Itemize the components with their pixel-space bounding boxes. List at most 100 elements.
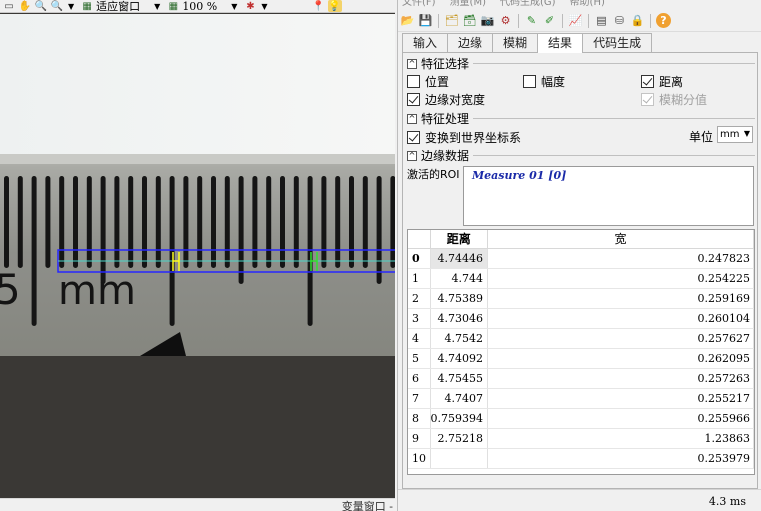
row-index-cell[interactable]: 1 <box>408 268 431 289</box>
width-cell[interactable]: 0.259169 <box>487 288 754 309</box>
amplitude-checkbox[interactable]: 幅度 <box>523 73 565 90</box>
table-row[interactable]: 8 0.759394 0.255966 <box>408 408 754 429</box>
distance-cell[interactable] <box>430 448 488 469</box>
row-index-cell[interactable]: 3 <box>408 308 431 329</box>
pin-icon[interactable]: 📍 <box>312 0 326 12</box>
color-tool-dropdown-icon[interactable]: ▼ <box>261 2 267 11</box>
export-icon[interactable]: ⛁ <box>612 13 627 28</box>
zoom-out-icon[interactable]: 🔍 <box>50 0 64 12</box>
tab-input[interactable]: 输入 <box>402 33 449 52</box>
tab-results[interactable]: 结果 <box>537 33 584 53</box>
fuzzy-score-checkbox[interactable]: 模糊分值 <box>641 91 707 108</box>
distance-cell[interactable]: 2.75218 <box>430 428 488 449</box>
distance-checkbox[interactable]: 距离 <box>641 73 683 90</box>
width-cell[interactable]: 0.253979 <box>487 448 754 469</box>
active-roi-list[interactable]: Measure 01 [0] <box>463 166 754 226</box>
copy-image-icon[interactable]: 🗃 <box>462 13 477 28</box>
tab-codegen[interactable]: 代码生成 <box>582 33 653 52</box>
edge-pair-width-checkbox[interactable]: 边缘对宽度 <box>407 91 485 108</box>
row-index-cell[interactable]: 5 <box>408 348 431 369</box>
transform-world-checkbox[interactable]: 变换到世界坐标系 <box>407 129 521 146</box>
unit-select[interactable]: mm ▼ <box>717 126 753 143</box>
load-image-icon[interactable]: 🗂 <box>444 13 459 28</box>
help-icon[interactable]: ? <box>656 13 671 28</box>
table-row[interactable]: 2 4.75389 0.259169 <box>408 288 754 309</box>
edge-data-table[interactable]: 距离 宽 0 4.74446 0.247823 1 4.744 0.254225 2 4.75… <box>407 229 755 475</box>
menu-codegen[interactable]: 代码生成(G) <box>500 0 556 10</box>
width-cell[interactable]: 0.255966 <box>487 408 754 429</box>
fit-window-icon[interactable]: ▦ <box>80 0 94 12</box>
width-cell[interactable]: 0.255217 <box>487 388 754 409</box>
draw-roi-icon[interactable]: ✎ <box>524 13 539 28</box>
distance-cell[interactable]: 4.74446 <box>430 248 488 269</box>
width-cell[interactable]: 0.260104 <box>487 308 754 329</box>
width-cell[interactable]: 0.262095 <box>487 348 754 369</box>
profile-chart-icon[interactable]: 📈 <box>568 13 583 28</box>
fit-window-label[interactable]: 适应窗口 <box>96 0 140 12</box>
table-row[interactable]: 5 4.74092 0.262095 <box>408 348 754 369</box>
distance-cell[interactable]: 4.7542 <box>430 328 488 349</box>
checkbox-box[interactable] <box>407 93 420 106</box>
pan-hand-icon[interactable]: ✋ <box>18 0 32 12</box>
width-cell[interactable]: 0.247823 <box>487 248 754 269</box>
distance-cell[interactable]: 4.74092 <box>430 348 488 369</box>
row-index-cell[interactable]: 10 <box>408 448 431 469</box>
table-row[interactable]: 0 4.74446 0.247823 <box>408 248 754 269</box>
camera-icon[interactable]: 📷 <box>480 13 495 28</box>
collapse-icon[interactable]: ^ <box>407 113 417 124</box>
distance-cell[interactable]: 4.744 <box>430 268 488 289</box>
zoom-dropdown-icon[interactable]: ▼ <box>68 2 74 11</box>
document-icon[interactable]: ▤ <box>594 13 609 28</box>
draw-arc-roi-icon[interactable]: ✐ <box>542 13 557 28</box>
checkbox-box[interactable] <box>523 75 536 88</box>
distance-column-header[interactable]: 距离 <box>430 230 488 249</box>
lightbulb-icon[interactable]: 💡 <box>327 0 342 12</box>
fit-dropdown-icon[interactable]: ▼ <box>154 2 160 11</box>
width-cell[interactable]: 0.257627 <box>487 328 754 349</box>
table-row[interactable]: 7 4.7407 0.255217 <box>408 388 754 409</box>
row-index-cell[interactable]: 8 <box>408 408 431 429</box>
row-index-cell[interactable]: 9 <box>408 428 431 449</box>
width-cell[interactable]: 0.254225 <box>487 268 754 289</box>
width-cell[interactable]: 1.23863 <box>487 428 754 449</box>
distance-cell[interactable]: 4.75455 <box>430 368 488 389</box>
position-checkbox[interactable]: 位置 <box>407 73 449 90</box>
menu-measure[interactable]: 测量(M) <box>450 0 486 10</box>
settings-icon[interactable]: ⚙ <box>498 13 513 28</box>
table-row[interactable]: 9 2.75218 1.23863 <box>408 428 754 449</box>
tab-fuzzy[interactable]: 模糊 <box>492 33 539 52</box>
table-row[interactable]: 1 4.744 0.254225 <box>408 268 754 289</box>
row-index-cell[interactable]: 7 <box>408 388 431 409</box>
distance-cell[interactable]: 0.759394 <box>430 408 488 429</box>
save-icon[interactable]: 💾 <box>418 13 433 28</box>
distance-cell[interactable]: 4.7407 <box>430 388 488 409</box>
table-row[interactable]: 10 0.253979 <box>408 448 754 469</box>
checkbox-box[interactable] <box>407 131 420 144</box>
checkbox-box[interactable] <box>641 93 654 106</box>
width-cell[interactable]: 0.257263 <box>487 368 754 389</box>
tab-edge[interactable]: 边缘 <box>447 33 494 52</box>
zoom-level-dropdown-icon[interactable]: ▼ <box>231 2 237 11</box>
zoom-level-label[interactable]: 100 % <box>182 0 217 12</box>
checkbox-box[interactable] <box>407 75 420 88</box>
table-row[interactable]: 4 4.7542 0.257627 <box>408 328 754 349</box>
collapse-icon[interactable]: ^ <box>407 58 417 69</box>
distance-cell[interactable]: 4.73046 <box>430 308 488 329</box>
chevron-down-icon[interactable]: ▼ <box>744 129 750 138</box>
row-index-cell[interactable]: 4 <box>408 328 431 349</box>
roi-list-item[interactable]: Measure 01 [0] <box>472 169 566 182</box>
menu-file[interactable]: 文件(F) <box>402 0 436 10</box>
open-folder-icon[interactable]: 📂 <box>400 13 415 28</box>
table-row[interactable]: 6 4.75455 0.257263 <box>408 368 754 389</box>
menu-help[interactable]: 帮助(H) <box>570 0 605 10</box>
checkbox-box[interactable] <box>641 75 654 88</box>
width-column-header[interactable]: 宽 <box>487 230 754 249</box>
image-canvas[interactable]: 5 mm <box>0 14 395 356</box>
row-index-cell[interactable]: 2 <box>408 288 431 309</box>
row-index-cell[interactable]: 6 <box>408 368 431 389</box>
color-tool-icon[interactable]: ✱ <box>243 0 257 12</box>
table-row[interactable]: 3 4.73046 0.260104 <box>408 308 754 329</box>
collapse-icon[interactable]: ^ <box>407 150 417 161</box>
zoom-in-icon[interactable]: 🔍 <box>34 0 48 12</box>
row-index-cell[interactable]: 0 <box>408 248 431 269</box>
